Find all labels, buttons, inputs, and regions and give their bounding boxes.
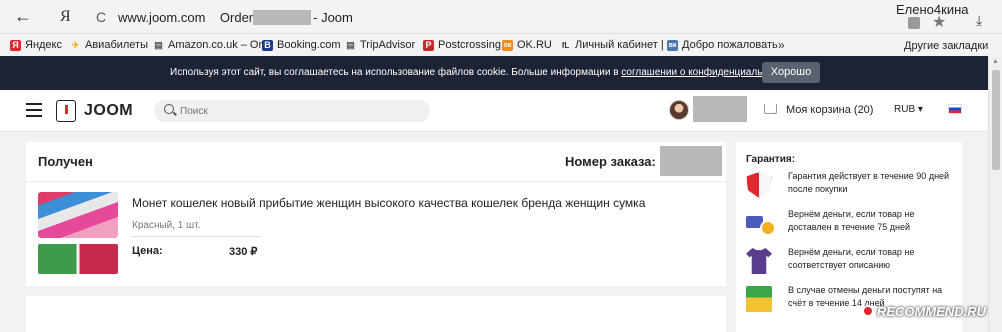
plane-icon: ✈ [71,39,80,50]
order-card: Получен Номер заказа: Монет кошелек новы… [26,142,726,286]
guarantee-item: Вернём деньги, если товар не доставлен в… [746,208,956,248]
bookmark-label: Добро пожаловать [682,39,778,51]
tripadvisor-icon: ▤ [346,39,355,50]
page-content: Используя этот сайт, вы соглашаетесь на … [0,56,988,332]
russian-flag-icon[interactable] [948,104,962,114]
bookmarks-bar: Я Яндекс ✈ Авиабилеты ▤ Amazon.co.uk – O… [0,36,1002,56]
bookmark-label: Авиабилеты [85,39,149,51]
vk-icon: вк [667,39,678,51]
cart-link[interactable]: Моя корзина (20) [786,104,873,116]
bookmark-tripadvisor[interactable]: ▤ TripAdvisor [345,39,415,51]
bookmark-star-icon[interactable]: ★ [932,12,946,32]
price-label: Цена: [132,245,163,257]
guarantee-text: Вернём деньги, если товар не доставлен в… [788,209,915,232]
shirt-icon [746,248,772,274]
avatar[interactable] [669,100,689,120]
bookmark-amazon[interactable]: ▤ Amazon.co.uk – Or [153,39,262,51]
search-input[interactable] [180,103,420,119]
order-status: Получен [38,154,93,169]
delivery-icon [746,210,776,236]
product-variant: Красный, 1 шт. [132,220,201,231]
bookmark-postcrossing[interactable]: P Postcrossing [423,39,501,51]
guarantee-item: Гарантия действует в течение 90 дней пос… [746,170,956,210]
page-scrollbar[interactable]: ▲ [988,56,1002,332]
redacted-user-name[interactable] [693,96,747,122]
url-title-prefix: Order [219,10,254,25]
browser-chrome: ← Я C www.joom.com Order - Joom Елено4кин… [0,0,1002,56]
cart-icon[interactable] [764,104,777,114]
product-thumbnail[interactable] [38,244,118,274]
menu-icon[interactable] [26,103,42,117]
redacted-order-id [253,10,312,25]
bookmark-yandex[interactable]: Я Яндекс [10,39,62,51]
amazon-icon: ▤ [154,39,163,50]
cookie-message: Используя этот сайт, вы соглашаетесь на … [170,67,622,78]
bookmark-label: Личный кабинет | [575,39,664,51]
cookie-text: Используя этот сайт, вы соглашаетесь на … [170,67,791,78]
next-card [26,296,726,332]
bookmark-label: OK.RU [517,39,552,51]
url-domain: www.joom.com [118,10,206,25]
more-bookmarks-button[interactable]: » [778,38,785,52]
guarantee-text: Гарантия действует в течение 90 дней пос… [788,171,950,194]
shield-icon [746,172,772,198]
bookmark-vk[interactable]: вк Добро пожаловать [667,39,778,51]
logo-text[interactable]: JOOM [84,102,133,120]
download-icon[interactable]: ⤓ [976,12,982,29]
divider [26,181,726,182]
cabinet-icon: fL [561,40,570,50]
yandex-home-button[interactable]: Я [60,8,71,26]
guarantee-title: Гарантия: [746,154,796,165]
bookmark-label: Amazon.co.uk – Or [168,39,263,51]
cookie-banner: Используя этот сайт, вы соглашаетесь на … [0,56,988,90]
currency-select[interactable]: RUB ▾ [894,104,923,115]
order-number-label: Номер заказа: [565,154,656,169]
bookmark-ok[interactable]: ок OK.RU [502,39,552,51]
search-box[interactable] [154,100,430,122]
url-title-suffix: - Joom [313,10,353,25]
lock-icon[interactable] [908,17,920,29]
money-icon [746,286,772,312]
watermark-text: RECOMMEND.RU [877,304,987,319]
watermark: RECOMMEND.RU [862,304,986,319]
bookmark-label: TripAdvisor [360,39,416,51]
back-button[interactable]: ← [14,7,32,25]
bookmark-label: Яндекс [25,39,62,51]
scrollbar-thumb[interactable] [992,70,1000,170]
refresh-button[interactable]: C [96,9,106,25]
bookmark-cabinet[interactable]: fL Личный кабинет | [560,39,664,51]
postcrossing-icon: P [423,39,434,51]
cookie-accept-button[interactable]: Хорошо [762,62,820,83]
bookmark-avia[interactable]: ✈ Авиабилеты [70,39,148,51]
address-bar[interactable]: www.joom.com Order - Joom [118,10,353,25]
bookmark-label: Booking.com [277,39,341,51]
search-icon [164,104,174,114]
other-bookmarks-button[interactable]: Другие закладки [904,40,988,52]
address-row: ← Я C www.joom.com Order - Joom Елено4кин… [0,0,1002,34]
redacted-order-number [660,146,722,176]
divider [132,236,260,237]
ok-icon: ок [502,39,513,51]
watermark-logo-icon [862,305,874,317]
site-header: JOOM Моя корзина (20) RUB ▾ [0,90,988,132]
guarantee-text: Вернём деньги, если товар не соответству… [788,247,915,270]
price-value: 330 ₽ [229,246,258,258]
guarantee-item: Вернём деньги, если товар не соответству… [746,246,956,286]
booking-icon: B [262,39,273,51]
scroll-up-icon[interactable]: ▲ [992,58,999,65]
product-title[interactable]: Монет кошелек новый прибытие женщин высо… [132,196,645,210]
product-image[interactable] [38,192,118,238]
yandex-icon: Я [10,39,21,51]
joom-logo-icon[interactable] [56,100,76,122]
bookmark-label: Postcrossing [438,39,501,51]
bookmark-booking[interactable]: B Booking.com [262,39,341,51]
